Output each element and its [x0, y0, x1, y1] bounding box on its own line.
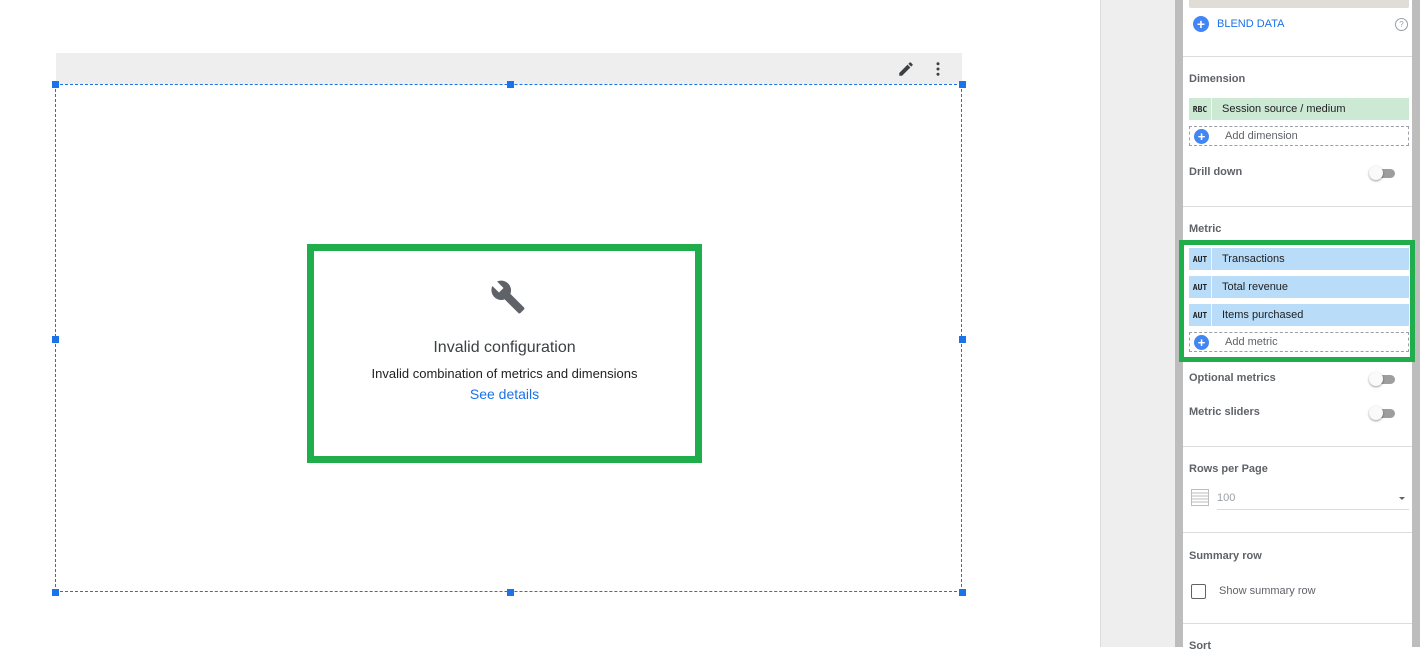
add-metric-label: Add metric	[1225, 336, 1278, 348]
resize-handle-bottom-left[interactable]	[52, 589, 59, 596]
divider	[1183, 206, 1412, 207]
resize-handle-top-left[interactable]	[52, 81, 59, 88]
dimension-chip-session-source-medium[interactable]: RBC Session source / medium	[1189, 98, 1409, 120]
resize-handle-top[interactable]	[507, 81, 514, 88]
add-circle-icon: +	[1194, 334, 1209, 350]
help-icon[interactable]: ?	[1395, 18, 1408, 31]
dimension-chip-label: Session source / medium	[1222, 103, 1346, 115]
see-details-link[interactable]: See details	[314, 386, 695, 402]
dropdown-caret-icon	[1399, 497, 1405, 500]
metric-chip-items-purchased[interactable]: AUT Items purchased	[1189, 304, 1409, 326]
resize-handle-bottom[interactable]	[507, 589, 514, 596]
divider	[1183, 623, 1412, 624]
panel-gutter	[1100, 0, 1175, 647]
blend-data-label: BLEND DATA	[1217, 18, 1285, 30]
drill-down-toggle[interactable]	[1369, 166, 1395, 180]
chart-header-bar	[56, 53, 962, 84]
rows-per-page-value: 100	[1217, 492, 1236, 504]
metric-sliders-toggle[interactable]	[1369, 406, 1395, 420]
resize-handle-left[interactable]	[52, 336, 59, 343]
drill-down-label: Drill down	[1189, 166, 1243, 178]
edit-pencil-icon[interactable]	[896, 59, 916, 79]
resize-handle-bottom-right[interactable]	[959, 589, 966, 596]
resize-handle-top-right[interactable]	[959, 81, 966, 88]
optional-metrics-toggle[interactable]	[1369, 372, 1395, 386]
add-dimension-label: Add dimension	[1225, 130, 1298, 142]
metric-chip-label: Total revenue	[1222, 281, 1289, 293]
wrench-icon	[490, 279, 526, 315]
show-summary-row-label: Show summary row	[1219, 585, 1316, 597]
dimension-section-title: Dimension	[1189, 73, 1246, 85]
error-description: Invalid combination of metrics and dimen…	[371, 366, 638, 381]
divider	[1183, 446, 1412, 447]
sort-section-title: Sort	[1189, 640, 1211, 652]
auto-type-icon: AUT	[1189, 304, 1212, 326]
show-summary-row-checkbox[interactable]	[1191, 584, 1206, 599]
divider	[1183, 56, 1412, 57]
add-dimension-button[interactable]: + Add dimension	[1189, 126, 1409, 146]
optional-metrics-label: Optional metrics	[1189, 372, 1276, 384]
report-canvas: Invalid configuration Invalid combinatio…	[0, 0, 1100, 647]
metric-section-title: Metric	[1189, 223, 1222, 235]
metric-chip-total-revenue[interactable]: AUT Total revenue	[1189, 276, 1409, 298]
resize-handle-right[interactable]	[959, 336, 966, 343]
error-message-box: Invalid configuration Invalid combinatio…	[307, 244, 702, 463]
metric-chip-transactions[interactable]: AUT Transactions	[1189, 248, 1409, 270]
metric-sliders-label: Metric sliders	[1189, 406, 1260, 418]
metric-chip-label: Items purchased	[1222, 309, 1304, 321]
rows-per-page-select[interactable]: 100	[1217, 489, 1409, 510]
add-circle-icon: +	[1193, 16, 1209, 32]
rows-per-page-title: Rows per Page	[1189, 463, 1268, 475]
add-metric-button[interactable]: + Add metric	[1189, 332, 1409, 352]
panel-divider-bar	[1175, 0, 1183, 647]
text-type-icon: RBC	[1189, 98, 1212, 120]
table-rows-icon	[1191, 489, 1209, 506]
auto-type-icon: AUT	[1189, 276, 1212, 298]
more-vert-icon[interactable]	[928, 59, 948, 79]
summary-row-title: Summary row	[1189, 550, 1262, 562]
blend-data-button[interactable]: + BLEND DATA	[1193, 16, 1284, 32]
add-circle-icon: +	[1194, 128, 1209, 144]
error-title: Invalid configuration	[433, 339, 576, 356]
data-source-chip[interactable]	[1189, 0, 1409, 8]
metric-chip-label: Transactions	[1222, 253, 1285, 265]
properties-panel: + BLEND DATA ? Dimension RBC Session sou…	[1183, 0, 1412, 652]
panel-scrollbar[interactable]	[1412, 0, 1420, 647]
divider	[1183, 532, 1412, 533]
auto-type-icon: AUT	[1189, 248, 1212, 270]
